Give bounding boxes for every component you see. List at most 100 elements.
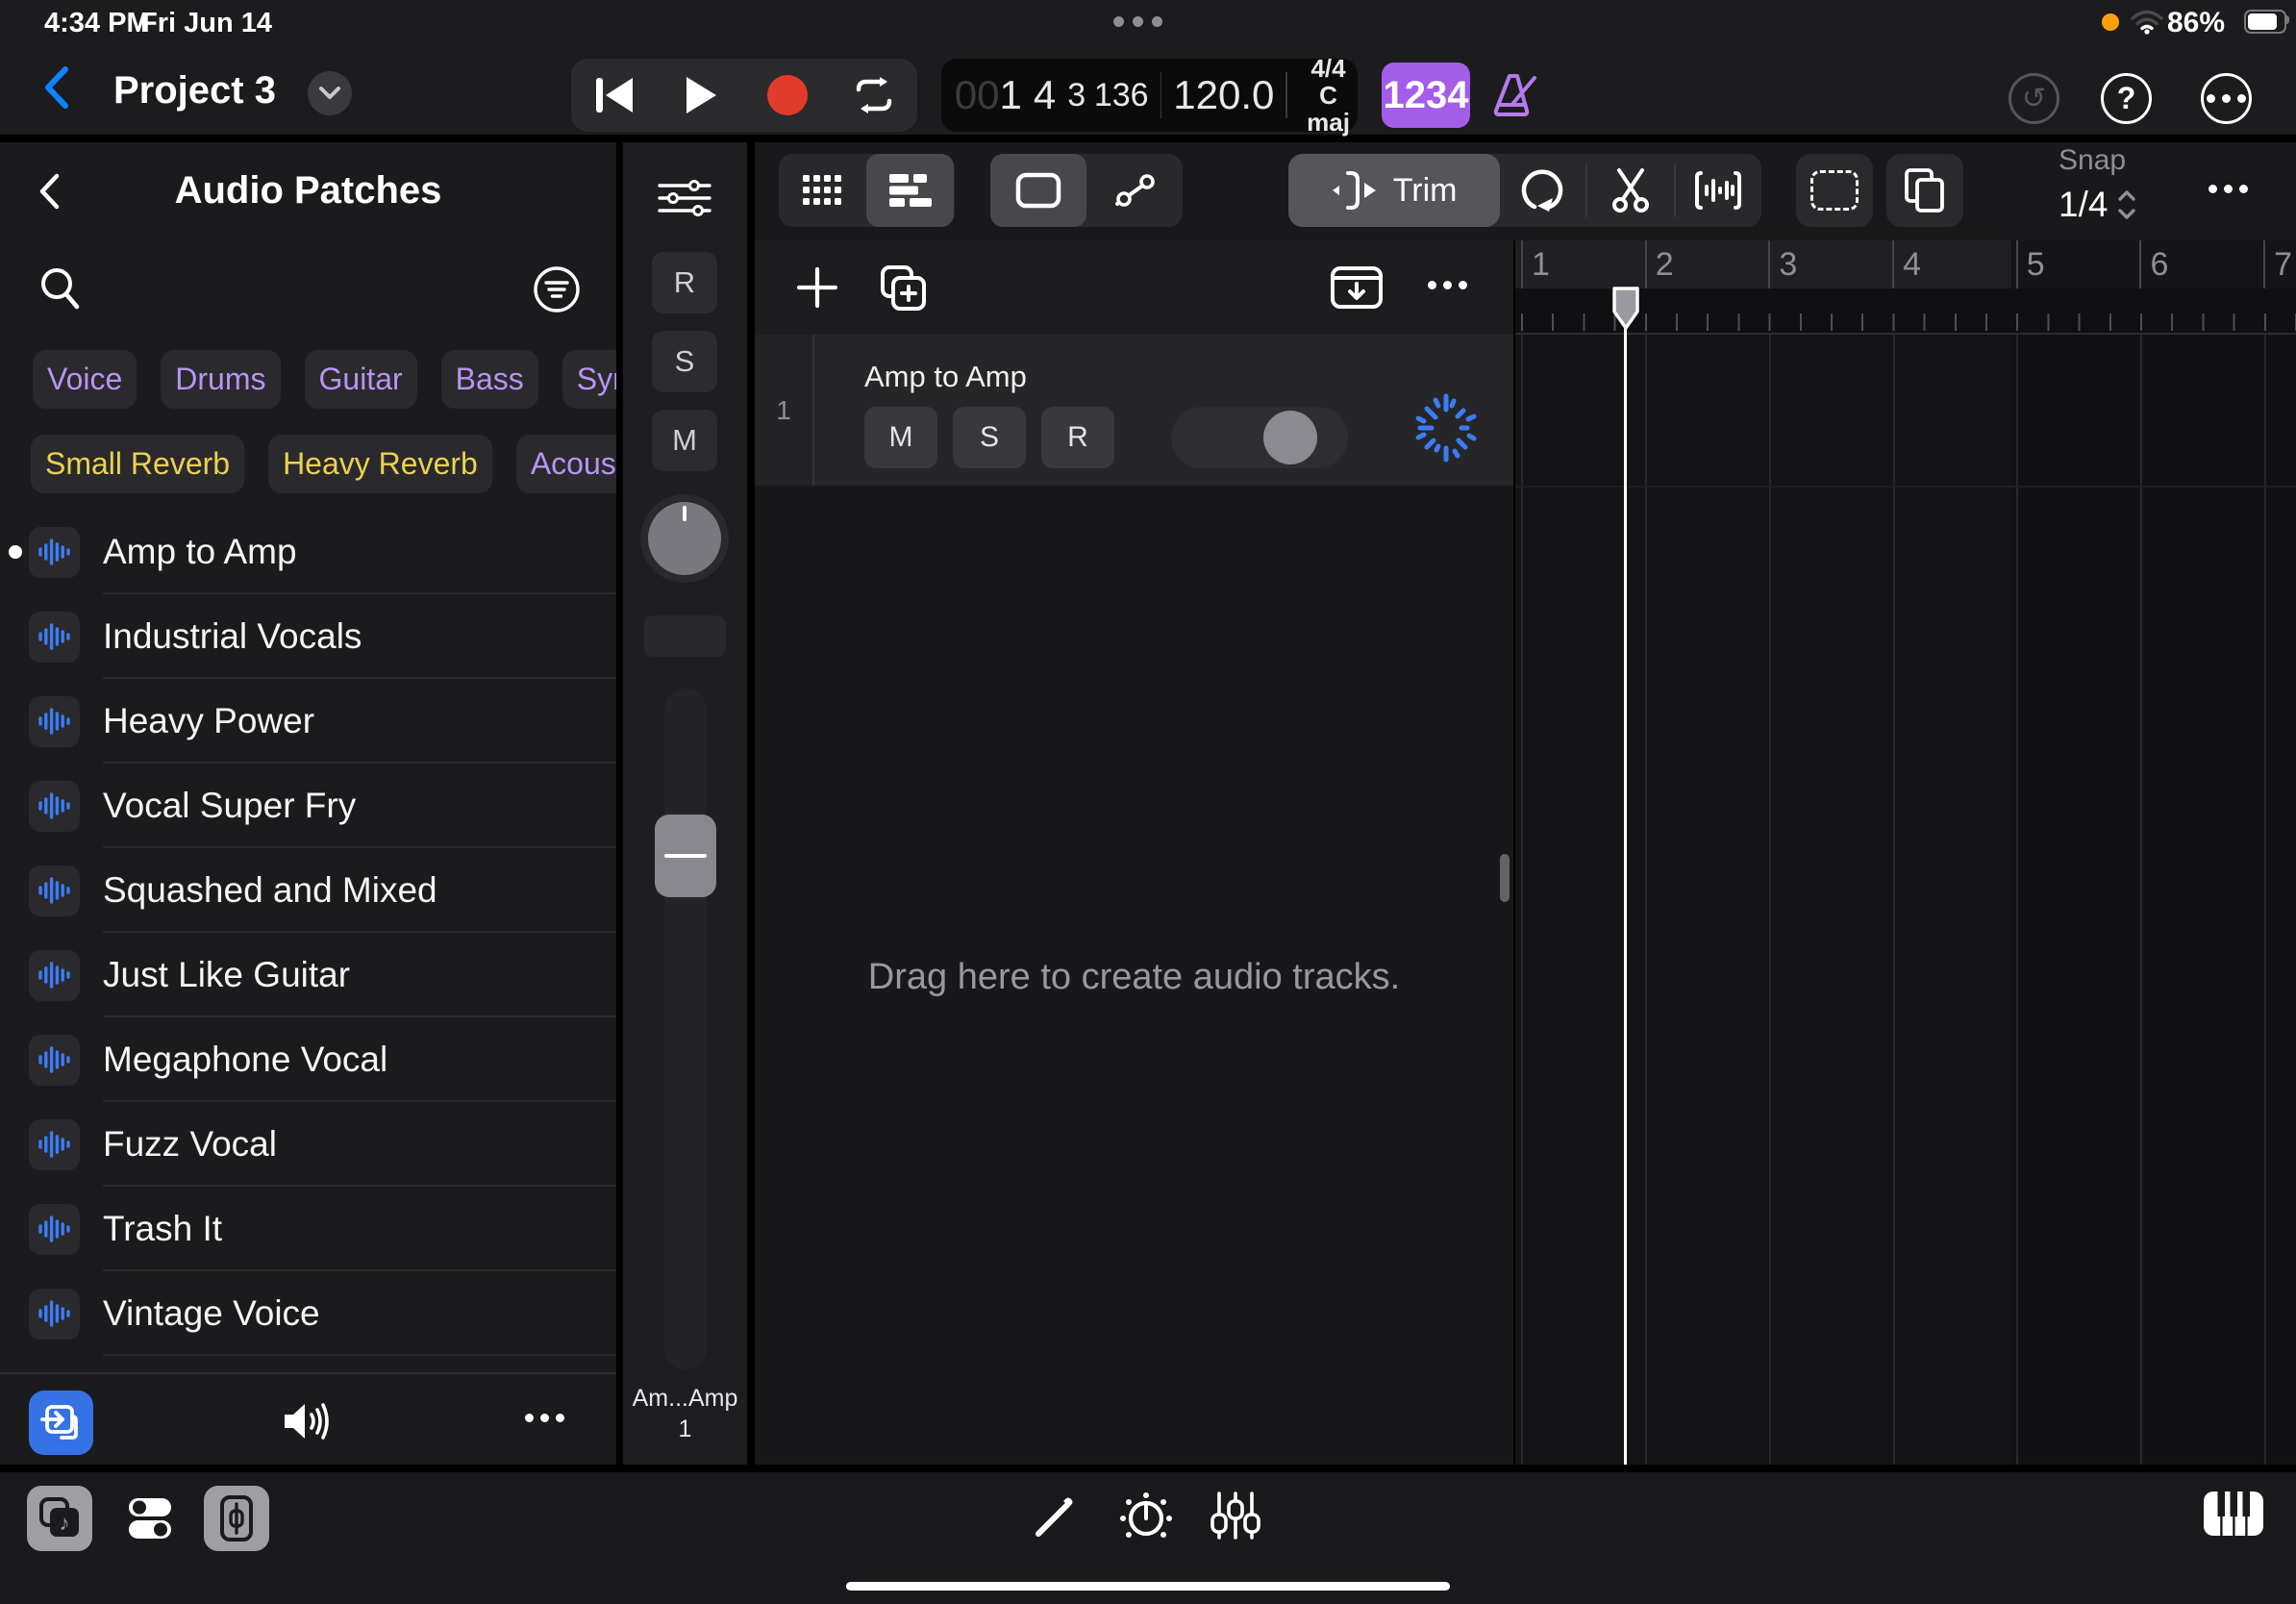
lcd-division: 3 xyxy=(1067,77,1086,114)
more-options-button[interactable] xyxy=(2201,73,2252,124)
bar-number: 2 xyxy=(1645,240,1769,288)
bar-number: 7 xyxy=(2263,240,2296,288)
chip-drums[interactable]: Drums xyxy=(161,350,280,409)
patch-row[interactable]: Heavy Power xyxy=(0,679,616,764)
patch-row[interactable]: Trash It xyxy=(0,1187,616,1271)
snap-value-control[interactable]: 1/4 xyxy=(2059,185,2136,225)
track-mute-button[interactable]: M xyxy=(864,407,937,468)
browser-button[interactable]: ♪ xyxy=(27,1486,92,1551)
chip-bass[interactable]: Bass xyxy=(441,350,538,409)
grid-view-button[interactable] xyxy=(779,154,866,227)
play-button[interactable] xyxy=(667,62,735,129)
lcd-display[interactable]: 00 1 4 3 136 120.0 4/4 C maj xyxy=(941,59,1358,132)
volume-fader-track[interactable] xyxy=(664,689,707,1369)
patch-name: Squashed and Mixed xyxy=(103,870,437,911)
sidebar-more-icon[interactable] xyxy=(525,1414,564,1422)
mixer-icon[interactable] xyxy=(1210,1490,1261,1541)
ruler-cells: 1 2 3 4 5 6 7 xyxy=(1521,240,2296,288)
track-solo-button[interactable]: S xyxy=(953,407,1026,468)
gain-tool-button[interactable] xyxy=(1676,154,1761,227)
track-header-row[interactable]: 1 Amp to Amp M S R xyxy=(755,335,1513,486)
pan-knob[interactable] xyxy=(648,502,721,575)
channel-strip-view-button[interactable] xyxy=(204,1486,269,1551)
apply-patch-button[interactable] xyxy=(29,1391,93,1455)
bar-number: 3 xyxy=(1768,240,1892,288)
trim-icon xyxy=(1332,169,1380,212)
waveform-icon xyxy=(29,781,80,832)
pencil-tool-icon[interactable] xyxy=(1031,1491,1081,1541)
plugins-knob-icon[interactable] xyxy=(1119,1490,1173,1543)
trim-tool-button[interactable]: Trim xyxy=(1288,154,1500,227)
chip-guitar[interactable]: Guitar xyxy=(305,350,417,409)
back-chevron-icon[interactable] xyxy=(42,65,69,110)
tracks-toolbar: Trim xyxy=(755,142,2296,240)
help-button[interactable]: ? xyxy=(2101,73,2152,124)
patch-row[interactable]: Vocal Super Fry xyxy=(0,764,616,848)
go-to-beginning-button[interactable] xyxy=(581,62,648,129)
timeline-more-icon[interactable] xyxy=(2209,185,2248,193)
chip-heavy-reverb[interactable]: Heavy Reverb xyxy=(268,435,492,493)
bar-grid-line xyxy=(1769,335,1771,1465)
patch-row[interactable]: Just Like Guitar xyxy=(0,933,616,1017)
add-track-button[interactable] xyxy=(795,265,839,310)
search-icon[interactable] xyxy=(38,265,81,310)
home-indicator[interactable] xyxy=(846,1582,1450,1591)
vertical-scrollbar[interactable] xyxy=(1500,854,1510,902)
waveform-icon xyxy=(29,696,80,747)
cycle-button[interactable] xyxy=(840,62,908,129)
record-button[interactable] xyxy=(754,62,821,129)
status-time: 4:34 PM xyxy=(44,8,150,39)
patch-row-selected[interactable]: Amp to Amp xyxy=(0,510,616,594)
region-select-button[interactable] xyxy=(990,154,1086,227)
loop-tool-button[interactable] xyxy=(1500,154,1585,227)
ellipsis-icon xyxy=(2207,94,2246,103)
chip-acoustic[interactable]: Acoustic xyxy=(516,435,616,493)
patch-row[interactable]: Industrial Vocals xyxy=(0,594,616,679)
playhead-line xyxy=(1624,327,1627,1465)
track-name: Amp to Amp xyxy=(864,360,1027,394)
speaker-icon[interactable] xyxy=(281,1398,335,1444)
patch-row[interactable]: Squashed and Mixed xyxy=(0,848,616,933)
chip-voice[interactable]: Voice xyxy=(33,350,137,409)
playhead-handle[interactable] xyxy=(1609,285,1643,333)
bar-ruler[interactable]: 1 2 3 4 5 6 7 xyxy=(1515,240,2296,288)
hide-track-headers-button[interactable] xyxy=(1330,265,1384,310)
track-record-button[interactable]: R xyxy=(1041,407,1114,468)
duplicate-track-button[interactable] xyxy=(878,263,928,313)
patch-row[interactable]: Vintage Voice xyxy=(0,1271,616,1356)
copy-pages-icon xyxy=(1903,167,1947,213)
strip-solo-button[interactable]: S xyxy=(652,331,717,392)
patch-row[interactable]: Megaphone Vocal xyxy=(0,1017,616,1102)
tracks-list-icon xyxy=(889,174,932,207)
keyboard-icon[interactable] xyxy=(2202,1488,2265,1540)
strip-settings-icon[interactable] xyxy=(654,177,715,219)
patch-name: Heavy Power xyxy=(103,701,314,741)
volume-fader-handle[interactable] xyxy=(655,815,716,897)
filter-icon[interactable] xyxy=(533,265,581,313)
paste-button[interactable] xyxy=(1886,154,1963,227)
multitasking-handle-icon[interactable] xyxy=(1113,16,1162,27)
help-icon: ? xyxy=(2117,81,2136,116)
automation-button[interactable] xyxy=(1086,154,1183,227)
track-panel-more-icon[interactable] xyxy=(1428,281,1467,289)
patch-row[interactable]: Fuzz Vocal xyxy=(0,1102,616,1187)
count-in-button[interactable]: 1234 xyxy=(1382,63,1470,128)
timeline-area[interactable]: 1 2 3 4 5 6 7 xyxy=(1515,240,2296,1465)
bar-number: 6 xyxy=(2139,240,2263,288)
tracks-view-button[interactable] xyxy=(866,154,954,227)
arrow-into-square-icon xyxy=(40,1402,83,1444)
project-title[interactable]: Project 3 xyxy=(113,69,276,113)
strip-record-button[interactable]: R xyxy=(652,252,717,313)
project-menu-button[interactable] xyxy=(308,71,352,115)
chip-small-reverb[interactable]: Small Reverb xyxy=(31,435,244,493)
marquee-select-button[interactable] xyxy=(1796,154,1873,227)
metronome-button[interactable] xyxy=(1490,68,1542,120)
chip-synth[interactable]: Synth xyxy=(562,350,616,409)
bar-grid-line xyxy=(2016,335,2018,1465)
strip-mute-button[interactable]: M xyxy=(652,410,717,471)
track-volume-slider[interactable] xyxy=(1171,407,1348,468)
split-tool-button[interactable] xyxy=(1587,154,1673,227)
controls-button[interactable] xyxy=(117,1486,183,1551)
patch-name: Just Like Guitar xyxy=(103,955,350,995)
patch-list: Amp to Amp Industrial Vocals Heavy Power… xyxy=(0,510,616,1356)
